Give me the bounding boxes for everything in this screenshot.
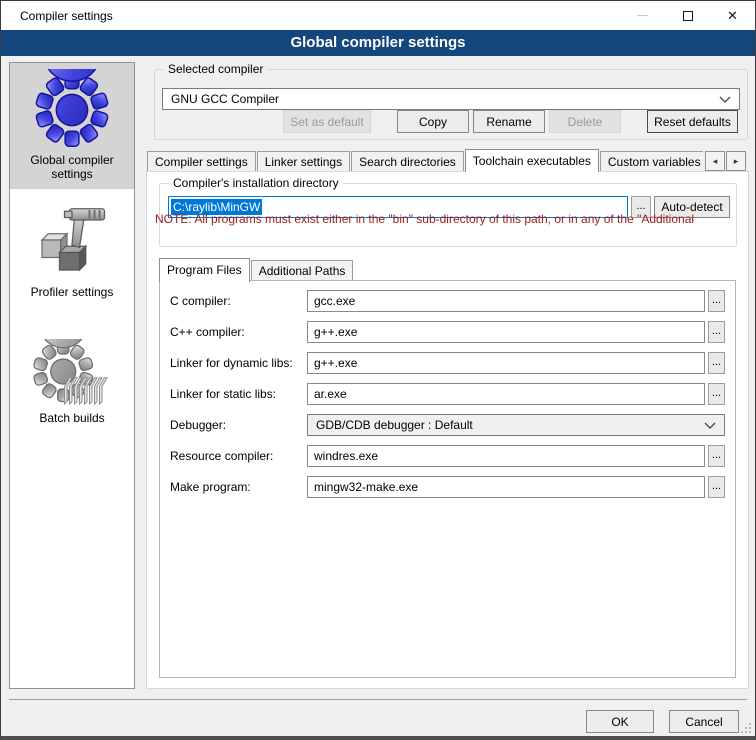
- dynamic-linker-input[interactable]: [307, 352, 705, 374]
- field-label: Resource compiler:: [168, 449, 307, 463]
- sidebar-item-batch-builds[interactable]: Batch builds: [10, 333, 134, 433]
- cpp-compiler-input[interactable]: [307, 321, 705, 343]
- sidebar-item-profiler-settings[interactable]: Profiler settings: [10, 191, 134, 307]
- field-label: Linker for dynamic libs:: [168, 356, 307, 370]
- close-button[interactable]: ✕: [710, 1, 755, 30]
- debugger-select-value: GDB/CDB debugger : Default: [316, 418, 704, 432]
- caliper-icon: [32, 197, 112, 283]
- tab-toolchain-executables[interactable]: Toolchain executables: [465, 149, 599, 172]
- sidebar-item-global-compiler-settings[interactable]: Global compiler settings: [10, 63, 134, 189]
- field-label: C compiler:: [168, 294, 307, 308]
- settings-category-list: Global compiler settings: [9, 62, 135, 689]
- close-icon: ✕: [727, 9, 738, 22]
- sidebar-item-label: Profiler settings: [10, 283, 134, 307]
- compiler-settings-window: Compiler settings ✕ Global compiler sett…: [0, 0, 756, 740]
- tab-scroll-left-button[interactable]: ◂: [705, 151, 725, 171]
- group-legend: Selected compiler: [164, 62, 267, 77]
- sidebar-item-label: Global compiler settings: [10, 151, 134, 189]
- ok-button[interactable]: OK: [586, 710, 654, 733]
- program-files-panel: C compiler: ... C++ compiler: ... Linker…: [159, 280, 736, 678]
- delete-button: Delete: [549, 110, 621, 133]
- dialog-heading: Global compiler settings: [1, 30, 755, 56]
- resize-grip[interactable]: [740, 722, 752, 734]
- browse-resource-compiler-button[interactable]: ...: [708, 445, 725, 467]
- field-row-c-compiler: C compiler: ...: [168, 290, 725, 312]
- tab-custom-variables[interactable]: Custom variables: [600, 151, 703, 172]
- field-row-debugger: Debugger: GDB/CDB debugger : Default: [168, 414, 725, 436]
- browse-make-program-button[interactable]: ...: [708, 476, 725, 498]
- c-compiler-input[interactable]: [307, 290, 705, 312]
- field-row-static-linker: Linker for static libs: ...: [168, 383, 725, 405]
- bin-subdirectory-note: NOTE: All programs must exist either in …: [155, 212, 749, 226]
- maximize-button[interactable]: [665, 1, 710, 30]
- compiler-select[interactable]: GNU GCC Compiler: [162, 88, 740, 110]
- titlebar-buttons: ✕: [620, 1, 755, 30]
- debugger-select[interactable]: GDB/CDB debugger : Default: [307, 414, 725, 436]
- paths-tabstrip: Program Files Additional Paths: [159, 257, 354, 281]
- title-bar: Compiler settings ✕: [1, 1, 755, 30]
- field-label: Debugger:: [168, 418, 307, 432]
- browse-c-compiler-button[interactable]: ...: [708, 290, 725, 312]
- group-legend: Compiler's installation directory: [169, 176, 343, 191]
- tab-additional-paths[interactable]: Additional Paths: [251, 260, 354, 281]
- chevron-down-icon: [719, 96, 731, 103]
- gear-blue-icon: [32, 69, 112, 151]
- browse-dynamic-linker-button[interactable]: ...: [708, 352, 725, 374]
- field-label: Make program:: [168, 480, 307, 494]
- field-label: Linker for static libs:: [168, 387, 307, 401]
- field-row-resource-compiler: Resource compiler: ...: [168, 445, 725, 467]
- sidebar-item-label: Batch builds: [10, 409, 134, 433]
- cancel-button[interactable]: Cancel: [669, 710, 739, 733]
- arrow-left-icon: ◂: [713, 156, 718, 167]
- tab-scrollers: ◂ ▸: [705, 151, 746, 171]
- gear-stack-icon: [32, 339, 112, 409]
- browse-cpp-compiler-button[interactable]: ...: [708, 321, 725, 343]
- field-row-dynamic-linker: Linker for dynamic libs: ...: [168, 352, 725, 374]
- maximize-icon: [683, 11, 693, 21]
- arrow-right-icon: ▸: [734, 156, 739, 167]
- resource-compiler-input[interactable]: [307, 445, 705, 467]
- rename-button[interactable]: Rename: [473, 110, 545, 133]
- field-row-make-program: Make program: ...: [168, 476, 725, 498]
- settings-tabstrip: Compiler settings Linker settings Search…: [147, 148, 703, 172]
- tab-program-files[interactable]: Program Files: [159, 258, 250, 282]
- browse-static-linker-button[interactable]: ...: [708, 383, 725, 405]
- field-row-cpp-compiler: C++ compiler: ...: [168, 321, 725, 343]
- compiler-buttons-row: Set as default Copy Rename Delete Reset …: [155, 110, 738, 133]
- window-title: Compiler settings: [1, 9, 113, 23]
- make-program-input[interactable]: [307, 476, 705, 498]
- minimize-icon: [637, 15, 648, 16]
- reset-defaults-button[interactable]: Reset defaults: [647, 110, 738, 133]
- compiler-select-value: GNU GCC Compiler: [171, 92, 719, 106]
- tab-compiler-settings[interactable]: Compiler settings: [147, 151, 256, 172]
- selected-compiler-group: Selected compiler GNU GCC Compiler Set a…: [154, 69, 748, 140]
- tab-scroll-right-button[interactable]: ▸: [726, 151, 746, 171]
- toolchain-executables-panel: Compiler's installation directory C:\ray…: [146, 171, 749, 689]
- tab-search-directories[interactable]: Search directories: [351, 151, 464, 172]
- tab-linker-settings[interactable]: Linker settings: [257, 151, 350, 172]
- static-linker-input[interactable]: [307, 383, 705, 405]
- set-as-default-button: Set as default: [283, 110, 371, 133]
- copy-button[interactable]: Copy: [397, 110, 469, 133]
- footer-divider: [9, 699, 747, 700]
- field-label: C++ compiler:: [168, 325, 307, 339]
- minimize-button: [620, 1, 665, 30]
- chevron-down-icon: [704, 422, 716, 429]
